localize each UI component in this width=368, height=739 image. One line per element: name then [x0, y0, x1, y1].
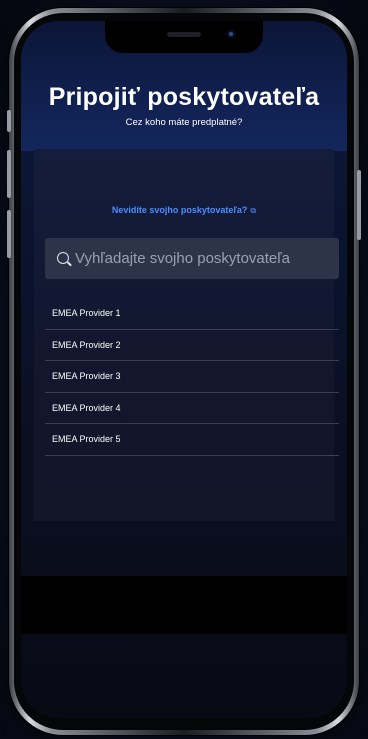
page-subtitle: Cez koho máte predplatné? — [125, 117, 243, 128]
phone-screen: Pripojiť poskytovateľa Cez koho máte pre… — [21, 21, 347, 718]
search-input[interactable] — [75, 238, 330, 279]
camera — [226, 29, 236, 39]
external-link-icon: ⧉ — [250, 206, 257, 215]
side-button-volume-down — [7, 210, 11, 258]
notch — [105, 21, 263, 53]
bottom-band — [21, 576, 347, 634]
side-button-power — [357, 170, 361, 240]
provider-list: EMEA Provider 1 EMEA Provider 2 EMEA Pro… — [45, 298, 339, 456]
provider-item-4[interactable]: EMEA Provider 4 — [45, 393, 339, 424]
search-icon — [57, 252, 69, 264]
provider-item-2[interactable]: EMEA Provider 2 — [45, 330, 339, 361]
side-button-volume-up — [7, 150, 11, 198]
provider-item-5[interactable]: EMEA Provider 5 — [45, 424, 339, 456]
provider-item-3[interactable]: EMEA Provider 3 — [45, 361, 339, 393]
help-link[interactable]: Nevidíte svojho poskytovateľa? ⧉ — [34, 205, 334, 216]
speaker — [167, 32, 201, 37]
help-link-label[interactable]: Nevidíte svojho poskytovateľa? — [112, 205, 248, 215]
provider-picker: Nevidíte svojho poskytovateľa?⧉ EMEA Pro… — [34, 149, 339, 521]
side-button-mute — [7, 110, 11, 132]
page-title: Pripojiť poskytovateľa — [48, 83, 320, 111]
provider-item-1[interactable]: EMEA Provider 1 — [45, 298, 339, 330]
search-bar[interactable] — [45, 238, 339, 279]
